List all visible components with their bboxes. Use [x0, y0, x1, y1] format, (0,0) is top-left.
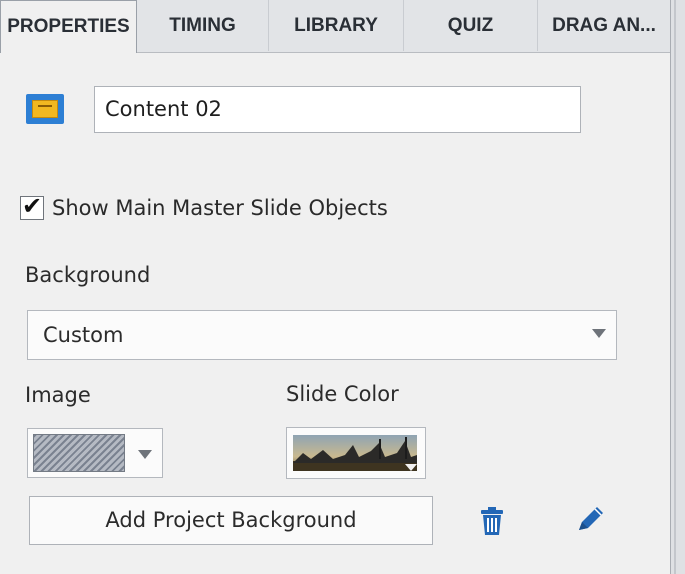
image-label: Image: [25, 383, 91, 407]
background-select[interactable]: Custom: [27, 310, 617, 360]
chevron-down-icon: [592, 329, 606, 338]
trash-icon[interactable]: [474, 502, 510, 538]
tab-properties[interactable]: PROPERTIES: [0, 0, 137, 53]
tab-library[interactable]: LIBRARY: [269, 0, 404, 51]
add-project-background-button[interactable]: Add Project Background: [29, 496, 433, 545]
panel-edge: [670, 0, 685, 574]
master-objects-checkbox[interactable]: ✔: [20, 192, 44, 220]
slide-name-input[interactable]: Content 02: [94, 86, 581, 133]
checkmark-icon: ✔: [22, 192, 43, 220]
master-objects-label: Show Main Master Slide Objects: [52, 196, 388, 220]
background-label: Background: [25, 263, 151, 287]
chevron-down-icon: [138, 450, 152, 459]
slide-color-picker[interactable]: [286, 427, 426, 479]
slide-icon: [26, 94, 64, 124]
image-swatch: [33, 434, 125, 472]
slide-color-label: Slide Color: [286, 382, 399, 406]
chevron-down-icon: [405, 464, 417, 471]
master-objects-row[interactable]: ✔ Show Main Master Slide Objects: [20, 192, 388, 220]
tab-drag-and-drop[interactable]: DRAG AN...: [538, 0, 671, 51]
tab-timing[interactable]: TIMING: [137, 0, 269, 51]
tab-quiz[interactable]: QUIZ: [404, 0, 538, 51]
background-select-value: Custom: [43, 323, 124, 347]
pencil-icon[interactable]: [571, 502, 607, 538]
slide-color-thumbnail: [293, 435, 417, 471]
image-picker[interactable]: [27, 428, 163, 478]
tab-bar: PROPERTIES TIMING LIBRARY QUIZ DRAG AN..…: [0, 0, 671, 53]
